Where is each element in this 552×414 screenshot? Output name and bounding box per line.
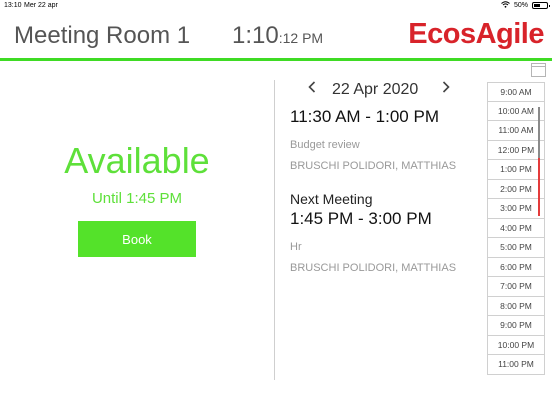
chevron-right-icon[interactable] <box>441 80 451 99</box>
day-timeline[interactable]: 9:00 AM 10:00 AM 11:00 AM 12:00 PM 1:00 PM 2:… <box>487 82 545 375</box>
header: Meeting Room 1 1:10:12 PM EcosAgile <box>0 12 552 60</box>
timeline-next-meeting-marker <box>538 158 540 216</box>
current-meeting-subject: Budget review <box>290 139 360 151</box>
timeline-slot[interactable]: 10:00 AM <box>487 101 545 121</box>
battery-icon <box>532 2 550 9</box>
clock-hours-minutes: 1:10 <box>232 22 279 49</box>
timeline-slot[interactable]: 4:00 PM <box>487 218 545 238</box>
timeline-current-meeting-marker <box>538 107 540 158</box>
calendar-icon[interactable] <box>531 63 546 77</box>
status-right: 50% <box>501 1 550 10</box>
timeline-slot[interactable]: 9:00 AM <box>487 82 545 102</box>
timeline-slot[interactable]: 1:00 PM <box>487 160 545 180</box>
next-meeting-subject: Hr <box>290 241 302 253</box>
timeline-slot[interactable]: 9:00 PM <box>487 316 545 336</box>
panel-divider <box>274 80 275 380</box>
timeline-slot[interactable]: 2:00 PM <box>487 179 545 199</box>
timeline-slot[interactable]: 11:00 AM <box>487 121 545 141</box>
book-button[interactable]: Book <box>78 221 196 257</box>
room-display-screen: 13:10 Mer 22 apr 50% Meeting Room 1 1:10… <box>0 0 552 414</box>
wifi-icon <box>501 1 510 10</box>
current-meeting-time: 11:30 AM - 1:00 PM <box>290 107 439 126</box>
next-meeting-organizer: BRUSCHI POLIDORI, MATTHIAS <box>290 262 457 274</box>
availability-status: Available <box>64 140 210 181</box>
next-meeting-label: Next Meeting <box>290 191 373 207</box>
current-meeting-organizer: BRUSCHI POLIDORI, MATTHIAS <box>290 160 457 172</box>
timeline-slot[interactable]: 11:00 PM <box>487 355 545 375</box>
clock-seconds: :12 PM <box>278 30 324 46</box>
room-name: Meeting Room 1 <box>14 22 191 49</box>
ecosagile-logo: EcosAgile <box>408 18 544 50</box>
availability-until: Until 1:45 PM <box>91 190 183 207</box>
next-meeting-time: 1:45 PM - 3:00 PM <box>290 209 432 228</box>
timeline-slot[interactable]: 8:00 PM <box>487 296 545 316</box>
timeline-slot[interactable]: 5:00 PM <box>487 238 545 258</box>
timeline-slot[interactable]: 3:00 PM <box>487 199 545 219</box>
battery-percent: 50% <box>513 2 528 9</box>
status-bar: 13:10 Mer 22 apr 50% <box>0 0 552 12</box>
chevron-left-icon[interactable] <box>307 80 317 99</box>
timeline-slot[interactable]: 12:00 PM <box>487 140 545 160</box>
clock: 1:10:12 PM <box>232 22 323 50</box>
timeline-slot[interactable]: 6:00 PM <box>487 257 545 277</box>
timeline-slot[interactable]: 10:00 PM <box>487 335 545 355</box>
header-divider <box>0 58 552 61</box>
status-date: Mer 22 apr <box>24 2 58 9</box>
timeline-slot[interactable]: 7:00 PM <box>487 277 545 297</box>
status-time: 13:10 <box>4 2 22 9</box>
schedule-date: 22 Apr 2020 <box>332 81 419 98</box>
battery-fill <box>534 4 540 7</box>
